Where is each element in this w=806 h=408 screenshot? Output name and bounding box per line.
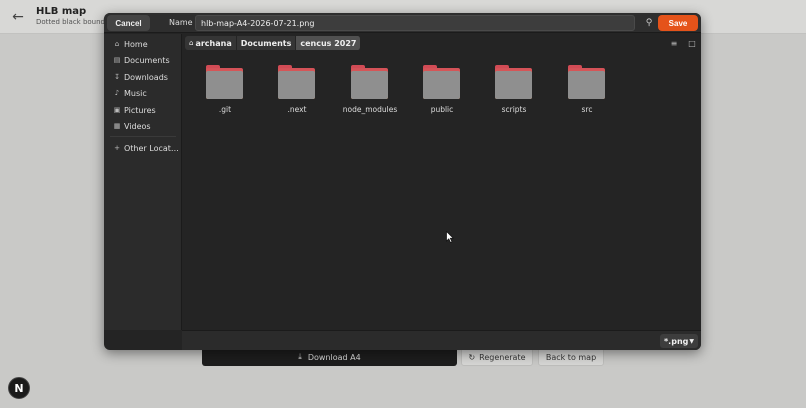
sidebar-item-label: Music [124, 88, 147, 98]
download-a4-label: Download A4 [307, 352, 361, 362]
breadcrumb-label: archana [195, 38, 232, 48]
search-icon[interactable]: ⚲ [642, 16, 656, 30]
sidebar-item-label: Home [124, 39, 148, 49]
folder-icon [206, 65, 243, 99]
sidebar-item-label: Videos [124, 121, 151, 131]
mouse-cursor-icon [446, 231, 454, 243]
file-type-filter[interactable]: *.png ▼ [660, 334, 698, 348]
sidebar-item-music[interactable]: ♪ Music [104, 86, 182, 100]
places-sidebar: ⌂ Home ▤ Documents ↧ Downloads ♪ Music ▣… [104, 34, 182, 330]
filter-label: *.png [664, 336, 689, 346]
nextjs-badge[interactable]: N [8, 377, 30, 399]
file-grid: .git .next node_modules public scripts s… [183, 53, 701, 328]
new-folder-icon[interactable]: □ [686, 38, 698, 49]
regenerate-label: Regenerate [479, 352, 526, 362]
nextjs-badge-letter: N [14, 381, 24, 395]
sidebar-item-label: Pictures [124, 105, 156, 115]
breadcrumb-item-home[interactable]: ⌂ archana [185, 36, 237, 50]
breadcrumb-label: cencus 2027 [300, 38, 357, 48]
folder-item[interactable]: src [554, 65, 620, 125]
video-icon: ▦ [113, 122, 121, 130]
save-button[interactable]: Save [658, 15, 698, 31]
breadcrumb: ⌂ archana Documents cencus 2027 [185, 36, 362, 50]
folder-icon [568, 65, 605, 99]
folder-icon [495, 65, 532, 99]
home-icon: ⌂ [189, 39, 194, 47]
sidebar-item-label: Other Locat… [124, 143, 179, 153]
filename-input[interactable] [195, 15, 635, 31]
back-arrow-icon[interactable]: ← [10, 9, 26, 25]
list-view-icon[interactable]: ≡ [668, 38, 680, 49]
folder-label: src [581, 105, 593, 114]
sidebar-separator [110, 136, 176, 137]
folder-icon [351, 65, 388, 99]
plus-icon: + [114, 144, 120, 152]
folder-item[interactable]: .next [264, 65, 330, 125]
back-to-map-label: Back to map [545, 352, 597, 362]
folder-icon [423, 65, 460, 99]
sidebar-item-other-locations[interactable]: + Other Locat… [104, 141, 182, 155]
folder-icon [278, 65, 315, 99]
folder-item[interactable]: node_modules [337, 65, 403, 125]
dialog-footer: *.png ▼ [182, 330, 701, 350]
music-icon: ♪ [114, 89, 120, 97]
breadcrumb-item-documents[interactable]: Documents [236, 36, 297, 50]
download-icon: ⤓ [298, 352, 302, 361]
folder-item[interactable]: public [409, 65, 475, 125]
sidebar-item-label: Documents [124, 55, 170, 65]
cancel-button[interactable]: Cancel [107, 15, 150, 31]
sidebar-item-downloads[interactable]: ↧ Downloads [104, 70, 182, 84]
folder-label: node_modules [342, 105, 398, 114]
sidebar-item-documents[interactable]: ▤ Documents [104, 53, 182, 67]
document-icon: ▤ [113, 56, 121, 64]
folder-label: public [430, 105, 454, 114]
breadcrumb-label: Documents [240, 38, 292, 48]
home-icon: ⌂ [114, 40, 120, 48]
save-file-dialog: Cancel Name ⚲ Save ⌂ Home ▤ Documents ↧ … [104, 13, 701, 350]
sidebar-item-videos[interactable]: ▦ Videos [104, 119, 182, 133]
folder-item[interactable]: .git [192, 65, 258, 125]
name-label: Name [169, 18, 193, 27]
sidebar-item-home[interactable]: ⌂ Home [104, 37, 182, 51]
sidebar-item-label: Downloads [124, 72, 168, 82]
folder-label: .next [287, 105, 307, 114]
folder-item[interactable]: scripts [481, 65, 547, 125]
app-title: HLB map [36, 6, 87, 17]
refresh-icon: ↻ [468, 352, 476, 362]
folder-label: scripts [501, 105, 527, 114]
dialog-headerbar: Cancel Name ⚲ Save [104, 13, 701, 33]
picture-icon: ▣ [113, 106, 121, 114]
folder-label: .git [218, 105, 232, 114]
breadcrumb-item-current[interactable]: cencus 2027 [296, 36, 362, 50]
sidebar-item-pictures[interactable]: ▣ Pictures [104, 103, 182, 117]
download-icon: ↧ [114, 73, 120, 81]
chevron-down-icon: ▼ [689, 337, 694, 345]
